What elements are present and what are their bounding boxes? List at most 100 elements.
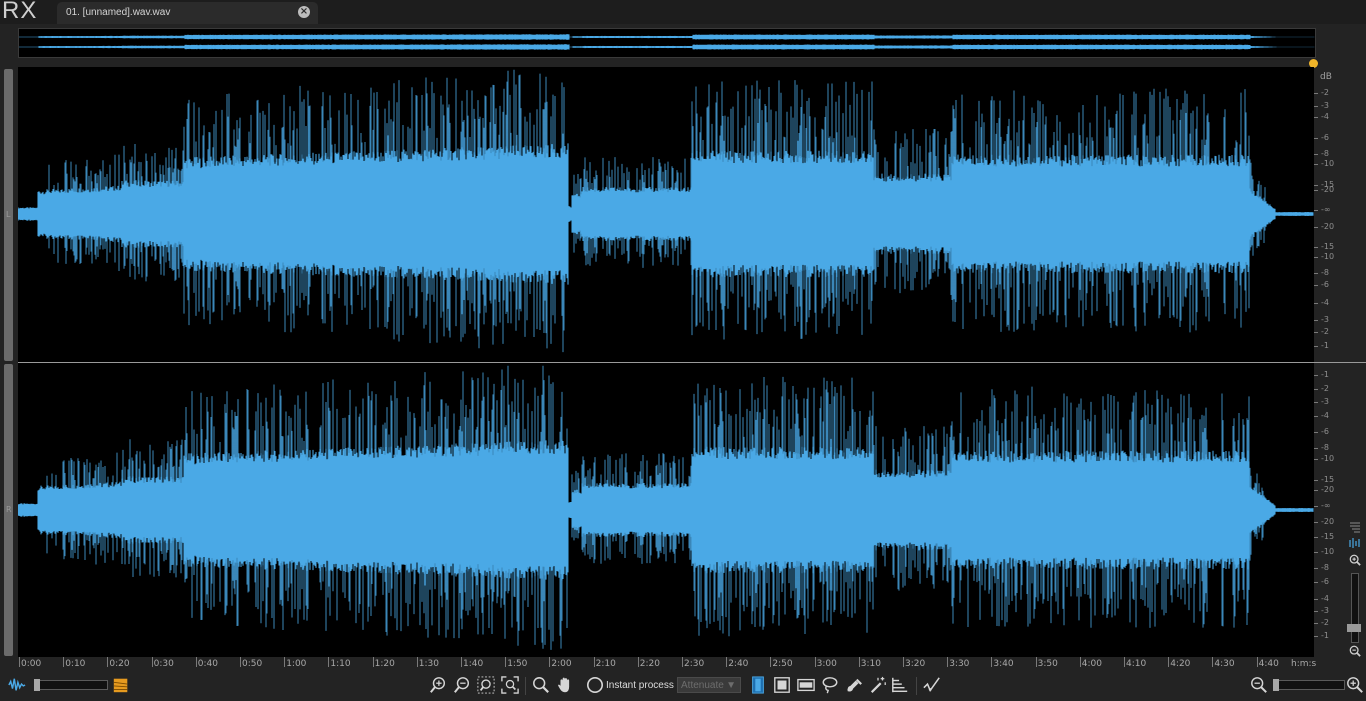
- time-tick-label: 0:40: [197, 659, 219, 669]
- time-tick: [1079, 657, 1081, 667]
- horizontal-zoom-thumb[interactable]: [1273, 679, 1279, 691]
- horizontal-zoom-slider[interactable]: [1273, 680, 1345, 690]
- db-tick-label: -1: [1314, 341, 1329, 350]
- time-tick: [240, 657, 241, 667]
- time-tick-label: 3:40: [993, 659, 1014, 669]
- time-tick-label: 0:50: [242, 659, 263, 669]
- db-tick-label: -2: [1314, 327, 1329, 336]
- toolbar-separator: [916, 677, 917, 695]
- time-selection-icon[interactable]: [749, 676, 767, 694]
- db-tick-label: -20: [1313, 517, 1335, 526]
- title-bar: RX 01. [unnamed].wav.wav ×: [0, 0, 1366, 24]
- time-tick: [107, 657, 109, 667]
- toolbar-separator: [525, 677, 526, 695]
- time-tick-label: 4:10: [1126, 659, 1147, 669]
- waveform-icon[interactable]: [8, 676, 26, 694]
- time-tick-label: 4:00: [1081, 659, 1103, 669]
- instant-process-mode-select[interactable]: Attenuate ▼: [677, 677, 741, 693]
- time-tick-label: 2:20: [639, 659, 661, 669]
- rect-selection-icon[interactable]: [773, 676, 791, 694]
- db-tick-label: -8: [1314, 149, 1329, 158]
- close-icon[interactable]: ×: [298, 6, 310, 18]
- harmonic-icon[interactable]: [891, 676, 909, 694]
- zoom-in-icon[interactable]: [429, 676, 447, 694]
- db-tick-label: -1: [1314, 370, 1329, 379]
- spectrogram-scale-icon[interactable]: [1348, 521, 1362, 533]
- time-tick-label: 0:10: [65, 659, 86, 669]
- time-tick-label: 3:00: [816, 659, 837, 669]
- db-tick-label: -10: [1313, 547, 1335, 556]
- db-tick-label: -6: [1314, 427, 1329, 436]
- time-tick: [416, 657, 418, 667]
- time-tick-label: 1:20: [374, 659, 395, 669]
- instant-process-mode-value: Attenuate: [681, 680, 724, 691]
- zoom-fit-icon[interactable]: [501, 676, 519, 694]
- time-unit-label: h:m:s: [1291, 659, 1317, 669]
- time-tick: [372, 657, 374, 667]
- right-channel-label: R: [6, 505, 12, 514]
- time-tick: [19, 657, 20, 667]
- vertical-zoom-in-icon[interactable]: [1348, 554, 1362, 566]
- time-tick: [991, 657, 993, 667]
- db-tick-label: -6: [1314, 133, 1329, 142]
- spectrogram-icon[interactable]: [112, 676, 130, 694]
- instant-process-label[interactable]: Instant process: [606, 680, 674, 691]
- hand-icon[interactable]: [556, 676, 574, 694]
- db-tick-label: -4: [1314, 112, 1329, 121]
- horizontal-zoom-in-icon[interactable]: [1346, 676, 1364, 694]
- time-tick-label: 3:20: [905, 659, 926, 669]
- magnify-icon[interactable]: [532, 676, 550, 694]
- time-tick: [195, 657, 197, 667]
- lasso-icon[interactable]: [821, 676, 839, 694]
- vertical-zoom-slider[interactable]: [1351, 573, 1359, 643]
- time-tick-label: 0:20: [109, 659, 130, 669]
- time-tick: [593, 657, 595, 667]
- time-tick: [284, 657, 286, 667]
- db-tick-label: -3: [1314, 101, 1329, 110]
- time-tick-label: 3:50: [1037, 659, 1058, 669]
- db-tick-label: -2: [1314, 618, 1329, 627]
- pencil-check-icon[interactable]: [923, 676, 941, 694]
- waveform-scale-icon[interactable]: [1348, 537, 1362, 549]
- time-tick: [637, 657, 639, 667]
- file-tab[interactable]: 01. [unnamed].wav.wav ×: [57, 2, 318, 24]
- vertical-zoom-out-icon[interactable]: [1348, 645, 1362, 657]
- db-tick-label: -6: [1314, 280, 1329, 289]
- time-tick-label: 2:30: [684, 659, 705, 669]
- db-tick-label: -1: [1314, 631, 1329, 640]
- blend-slider-thumb[interactable]: [34, 679, 40, 691]
- time-tick-label: 4:40: [1258, 659, 1279, 669]
- db-tick-label: -8: [1314, 268, 1329, 277]
- time-tick-label: 3:10: [860, 659, 882, 669]
- magic-wand-icon[interactable]: [869, 676, 887, 694]
- time-tick: [947, 657, 949, 667]
- vertical-zoom-thumb[interactable]: [1347, 624, 1361, 632]
- left-channel-label: L: [6, 210, 11, 219]
- freq-selection-icon[interactable]: [797, 676, 815, 694]
- waveform-overview[interactable]: [18, 28, 1316, 58]
- time-tick-label: 0:30: [153, 659, 174, 669]
- time-tick: [1168, 657, 1170, 667]
- time-tick: [1035, 657, 1037, 667]
- time-tick: [151, 657, 153, 667]
- db-tick-label: -2: [1314, 88, 1329, 97]
- db-axis: -2 -3 -4 -6 -8 -10 -15 -20 -∞ -20 -15 -10 -8 -6 -4 -3 -2…: [1313, 67, 1354, 657]
- db-tick-label: -20: [1313, 485, 1335, 494]
- time-tick: [682, 657, 683, 667]
- time-ruler[interactable]: 0:00 0:10 0:20 0:30 0:40 0:50 1:00 1:10 1:20 1:30…: [18, 657, 1314, 671]
- db-tick-label: -4: [1314, 594, 1329, 603]
- time-tick: [1124, 657, 1125, 667]
- zoom-selection-icon[interactable]: [477, 676, 495, 694]
- time-tick-label: 3:30: [949, 659, 970, 669]
- db-tick-label: -15: [1313, 532, 1335, 541]
- zoom-out-icon[interactable]: [453, 676, 471, 694]
- time-tick: [328, 657, 330, 667]
- waveform-spectrogram-blend-slider[interactable]: [34, 680, 108, 690]
- brush-icon[interactable]: [845, 676, 863, 694]
- db-tick-label: -3: [1314, 315, 1329, 324]
- time-tick: [63, 657, 65, 667]
- time-tick: [1212, 657, 1214, 667]
- horizontal-zoom-out-icon[interactable]: [1250, 676, 1268, 694]
- db-tick-label: -20: [1313, 222, 1335, 231]
- circle-icon[interactable]: [586, 676, 604, 694]
